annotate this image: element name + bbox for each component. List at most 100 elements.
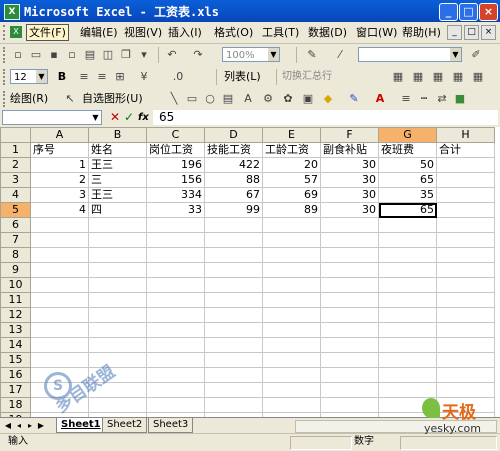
cell[interactable] xyxy=(88,382,147,398)
cell[interactable] xyxy=(320,337,379,353)
cell[interactable]: 序号 xyxy=(30,142,89,158)
row-header[interactable]: 14 xyxy=(0,337,31,353)
row-header[interactable]: 1 xyxy=(0,142,31,158)
cell[interactable] xyxy=(320,217,379,233)
cell[interactable]: 2 xyxy=(30,172,89,188)
cell[interactable] xyxy=(88,277,147,293)
open-icon[interactable]: ▭ xyxy=(28,47,44,63)
cell[interactable] xyxy=(436,187,495,203)
next-sheet-icon[interactable]: ▸ xyxy=(25,420,35,431)
row-header[interactable]: 9 xyxy=(0,262,31,278)
workbook-icon[interactable]: X xyxy=(10,26,22,38)
cell[interactable] xyxy=(378,232,437,248)
print-preview-icon[interactable]: ◫ xyxy=(100,47,116,63)
menu-data[interactable]: 数据(D) xyxy=(306,25,349,40)
cell[interactable] xyxy=(378,367,437,383)
cell[interactable] xyxy=(262,367,321,383)
cell[interactable] xyxy=(146,322,205,338)
insert-function-icon[interactable]: fx xyxy=(138,110,149,125)
cell[interactable] xyxy=(378,307,437,323)
cell[interactable] xyxy=(262,292,321,308)
cell[interactable] xyxy=(436,307,495,323)
row-header[interactable]: 11 xyxy=(0,292,31,308)
cell[interactable]: 69 xyxy=(262,187,321,203)
cell[interactable] xyxy=(146,397,205,413)
cell[interactable] xyxy=(204,292,263,308)
cell[interactable] xyxy=(204,367,263,383)
cell[interactable] xyxy=(88,247,147,263)
cell[interactable]: 67 xyxy=(204,187,263,203)
cell[interactable] xyxy=(204,337,263,353)
cell[interactable] xyxy=(204,262,263,278)
minimize-button[interactable]: _ xyxy=(439,3,458,21)
sheet-tab-1[interactable]: Sheet1 xyxy=(56,418,106,433)
permission-icon[interactable]: ▫ xyxy=(64,47,80,63)
cell[interactable]: 156 xyxy=(146,172,205,188)
cell[interactable] xyxy=(262,397,321,413)
row-header[interactable]: 10 xyxy=(0,277,31,293)
draw-menu[interactable]: 绘图(R) xyxy=(10,91,48,107)
column-header-d[interactable]: D xyxy=(204,127,263,143)
cell[interactable]: 33 xyxy=(146,202,205,218)
undo-icon[interactable]: ↶ xyxy=(164,47,180,63)
name-box[interactable]: ▼ xyxy=(2,110,102,125)
align-center-icon[interactable]: ≡ xyxy=(94,69,110,85)
row-header[interactable]: 13 xyxy=(0,322,31,338)
first-sheet-icon[interactable]: ◀ xyxy=(3,420,13,431)
sheet-tab-3[interactable]: Sheet3 xyxy=(148,418,194,433)
cell[interactable]: 合计 xyxy=(436,142,495,158)
cell[interactable] xyxy=(320,367,379,383)
cell[interactable]: 王三 xyxy=(88,187,147,203)
cell[interactable]: 4 xyxy=(30,202,89,218)
cell[interactable] xyxy=(378,292,437,308)
cell[interactable]: 工龄工资 xyxy=(262,142,321,158)
cell[interactable]: 65 xyxy=(378,172,437,188)
drawing-pen-icon[interactable]: ✐ xyxy=(468,47,484,63)
cell[interactable] xyxy=(378,397,437,413)
cell[interactable] xyxy=(204,322,263,338)
cell[interactable] xyxy=(146,337,205,353)
doc-close-icon[interactable]: × xyxy=(481,25,496,40)
row-header[interactable]: 18 xyxy=(0,397,31,413)
cell[interactable]: 1 xyxy=(30,157,89,173)
cell[interactable] xyxy=(320,352,379,368)
list-menu[interactable]: 列表(L) xyxy=(224,69,261,85)
cell[interactable]: 3 xyxy=(30,187,89,203)
cell[interactable] xyxy=(320,277,379,293)
row-header[interactable]: 3 xyxy=(0,172,31,188)
cell[interactable] xyxy=(146,352,205,368)
cell[interactable] xyxy=(30,322,89,338)
cell[interactable] xyxy=(146,262,205,278)
row-header[interactable]: 15 xyxy=(0,352,31,368)
fill-color-icon[interactable]: ◆ xyxy=(320,91,336,107)
doc-restore-icon[interactable]: □ xyxy=(464,25,479,40)
cell[interactable]: 334 xyxy=(146,187,205,203)
cell[interactable] xyxy=(30,307,89,323)
cell[interactable]: 88 xyxy=(204,172,263,188)
cell[interactable] xyxy=(30,277,89,293)
redo-icon[interactable]: ↷ xyxy=(190,47,206,63)
cell[interactable] xyxy=(204,352,263,368)
row-header[interactable]: 16 xyxy=(0,367,31,383)
cell[interactable] xyxy=(436,172,495,188)
oval-icon[interactable]: ○ xyxy=(202,91,218,107)
cell[interactable] xyxy=(88,352,147,368)
cell[interactable]: 王三 xyxy=(88,157,147,173)
help-icon[interactable]: ✎ xyxy=(304,47,320,63)
cell[interactable] xyxy=(320,232,379,248)
cell[interactable]: 30 xyxy=(320,187,379,203)
close-button[interactable]: × xyxy=(479,3,498,21)
cell[interactable] xyxy=(436,202,495,218)
cell[interactable] xyxy=(88,367,147,383)
maximize-button[interactable]: □ xyxy=(459,3,478,21)
cell[interactable]: 副食补贴 xyxy=(320,142,379,158)
menu-format[interactable]: 格式(O) xyxy=(212,25,255,40)
zoom-select[interactable]: 100% ▼ xyxy=(222,47,280,62)
font-color-icon[interactable]: A xyxy=(372,91,388,107)
toolbar-grip-icon[interactable] xyxy=(3,47,8,63)
cell[interactable] xyxy=(436,322,495,338)
cell[interactable] xyxy=(436,247,495,263)
cell[interactable] xyxy=(262,322,321,338)
row-header[interactable]: 17 xyxy=(0,382,31,398)
cell[interactable]: 三 xyxy=(88,172,147,188)
